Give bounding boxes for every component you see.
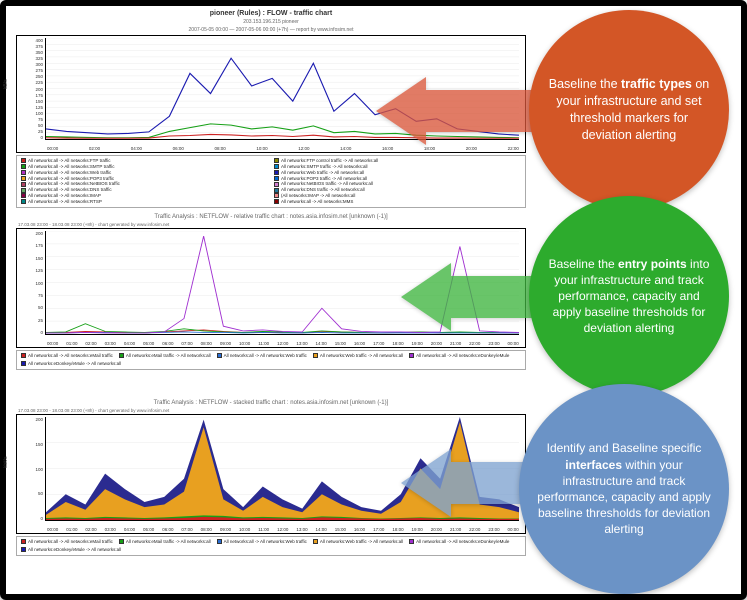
chart1-range: 2007-05-05 00:00 — 2007-05-06 00:00 (+7h… xyxy=(16,27,526,33)
callout-traffic-types: Baseline the traffic types on your infra… xyxy=(529,10,729,210)
chart2-legend: All networks:all -> All networks:eMail t… xyxy=(16,350,526,370)
chart1-y-axis: 4003753503253002752502252001751501251007… xyxy=(21,38,43,140)
chart2-title: Traffic Analysis : NETFLOW - relative tr… xyxy=(16,214,526,220)
callout-entry-points: Baseline the entry points into your infr… xyxy=(529,196,729,396)
chart1-ylabel: kB/s xyxy=(3,79,9,89)
chart3-y-axis: 200150100500 xyxy=(21,417,43,521)
chart1-legend: All networks:all -> All networks:FTP tra… xyxy=(16,155,526,208)
chart3-x-axis: 00:0001:0002:0003:0004:0005:0006:0007:00… xyxy=(47,527,519,532)
chart1-subtitle: 203.153.196.215 pioneer xyxy=(16,19,526,25)
chart3-ylabel: kbit/s xyxy=(3,456,9,468)
chart2-x-axis: 00:0001:0002:0003:0004:0005:0006:0007:00… xyxy=(47,341,519,346)
chart2-meta: 17.03.08 23:00 - 18.03.08 23:00 (+8h) - … xyxy=(18,222,526,227)
chart2-y-axis: 2001751501251007550250 xyxy=(21,231,43,335)
chart1-title: pioneer (Rules) : FLOW - traffic chart xyxy=(16,10,526,17)
chart3-legend: All networks:all -> All networks:eMail t… xyxy=(16,536,526,556)
chart3-title: Traffic Analysis : NETFLOW - stacked tra… xyxy=(16,400,526,406)
chart3-meta: 17.03.08 23:00 - 18.03.08 23:00 (+8h) - … xyxy=(18,408,526,413)
callout-interfaces: Identify and Baseline specific interface… xyxy=(519,384,729,594)
diagram-canvas: pioneer (Rules) : FLOW - traffic chart 2… xyxy=(6,6,741,594)
